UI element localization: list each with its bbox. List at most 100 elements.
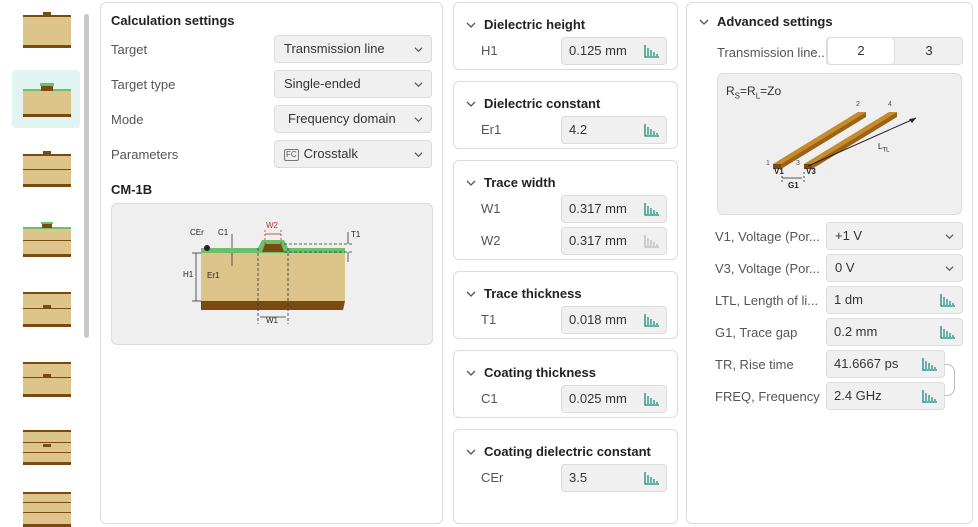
chevron-down-icon xyxy=(466,180,476,186)
cer-marker xyxy=(204,245,210,251)
section-title: Coating dielectric constant xyxy=(484,444,651,459)
section-dielectric-constant: Dielectric constant Er1 4.2 xyxy=(453,81,678,149)
w1-value: 0.317 mm xyxy=(569,201,627,216)
section-dielectric-constant-header[interactable]: Dielectric constant xyxy=(466,96,600,111)
advanced-settings-header[interactable]: Advanced settings xyxy=(699,14,833,29)
v3-voltage-label: V3, Voltage (Por... xyxy=(715,261,820,276)
section-coating-thickness: Coating thickness C1 0.025 mm xyxy=(453,350,678,418)
mode-value: Frequency domain xyxy=(288,111,396,126)
model-thumb-4[interactable] xyxy=(12,210,80,268)
c1-label: C1 xyxy=(481,391,498,406)
chevron-down-icon xyxy=(414,152,423,158)
w2-input[interactable]: 0.317 mm xyxy=(561,227,667,255)
sweep-chart-icon xyxy=(644,235,659,248)
chevron-down-icon xyxy=(945,234,954,240)
port-2-label: 2 xyxy=(856,101,860,108)
cer-label: CEr xyxy=(481,470,504,485)
transmission-lines-toggle: 2 3 xyxy=(826,37,963,65)
thumbnail-scrollbar[interactable] xyxy=(84,14,89,338)
parameters-value: Crosstalk xyxy=(303,146,358,161)
port-1-label: 1 xyxy=(766,160,770,167)
c1-value: 0.025 mm xyxy=(569,391,627,406)
c1-input[interactable]: 0.025 mm xyxy=(561,385,667,413)
v1-voltage-select[interactable]: +1 V xyxy=(826,222,963,250)
cer-value: 3.5 xyxy=(569,470,588,485)
ltl-length-input[interactable]: 1 dm xyxy=(826,286,963,314)
section-coating-dielectric-constant: Coating dielectric constant CEr 3.5 xyxy=(453,429,678,524)
g1-gap-input[interactable]: 0.2 mm xyxy=(826,318,963,346)
chevron-down-icon xyxy=(466,101,476,107)
g1-gap-value: 0.2 mm xyxy=(834,324,878,339)
h1-input[interactable]: 0.125 mm xyxy=(561,37,667,65)
w2-label: W2 xyxy=(481,233,501,248)
section-title: Dielectric height xyxy=(484,17,586,32)
v1-diagram-label: V1 xyxy=(774,167,784,176)
lines-option-3[interactable]: 3 xyxy=(895,38,963,64)
model-thumb-6[interactable] xyxy=(12,350,80,408)
section-title: Trace width xyxy=(484,175,556,190)
sweep-chart-icon[interactable] xyxy=(644,313,660,327)
fc-badge-icon: FC xyxy=(284,149,299,161)
t1-input[interactable]: 0.018 mm xyxy=(561,306,667,334)
section-title: Dielectric constant xyxy=(484,96,601,111)
transmission-lines-label: Transmission line... xyxy=(717,45,829,60)
tr-rise-time-label: TR, Rise time xyxy=(715,357,794,372)
diagram-label-cer: CEr xyxy=(190,228,204,237)
v3-voltage-value: 0 V xyxy=(835,260,855,275)
diagram-label-h1: H1 xyxy=(183,270,194,279)
section-coating-dielectric-constant-header[interactable]: Coating dielectric constant xyxy=(466,444,651,459)
sweep-chart-icon[interactable] xyxy=(922,357,938,371)
sweep-chart-icon[interactable] xyxy=(644,123,660,137)
sweep-chart-icon[interactable] xyxy=(940,325,956,339)
sweep-chart-icon[interactable] xyxy=(644,392,660,406)
v3-voltage-select[interactable]: 0 V xyxy=(826,254,963,282)
chevron-down-icon xyxy=(466,370,476,376)
section-coating-thickness-header[interactable]: Coating thickness xyxy=(466,365,596,380)
chevron-down-icon xyxy=(414,82,423,88)
er1-input[interactable]: 4.2 xyxy=(561,116,667,144)
freq-frequency-input[interactable]: 2.4 GHz xyxy=(826,382,945,410)
lines-option-2[interactable]: 2 xyxy=(827,37,895,65)
model-thumb-cm-1b[interactable] xyxy=(12,70,80,128)
model-thumb-5[interactable] xyxy=(12,280,80,338)
section-trace-width-header[interactable]: Trace width xyxy=(466,175,556,190)
model-thumb-7[interactable] xyxy=(12,418,80,476)
sweep-chart-icon[interactable] xyxy=(940,293,956,307)
chevron-down-icon xyxy=(466,291,476,297)
target-type-select[interactable]: Single-ended xyxy=(274,70,432,98)
h1-label: H1 xyxy=(481,43,498,58)
v1-voltage-label: V1, Voltage (Por... xyxy=(715,229,820,244)
w1-input[interactable]: 0.317 mm xyxy=(561,195,667,223)
tr-freq-link-bracket[interactable] xyxy=(945,364,955,396)
tr-rise-time-input[interactable]: 41.6667 ps xyxy=(826,350,945,378)
section-trace-thickness-header[interactable]: Trace thickness xyxy=(466,286,582,301)
ltl-length-value: 1 dm xyxy=(834,292,863,307)
ltl-diagram-label: LTL xyxy=(878,142,890,154)
sweep-chart-icon[interactable] xyxy=(644,202,660,216)
er1-label: Er1 xyxy=(481,122,502,137)
section-dielectric-height-header[interactable]: Dielectric height xyxy=(466,17,585,32)
model-thumb-8[interactable] xyxy=(12,480,80,527)
mode-select[interactable]: Frequency domain xyxy=(274,105,432,133)
g1-diagram-label: G1 xyxy=(788,181,799,190)
section-trace-width: Trace width W1 0.317 mm W2 0.317 mm xyxy=(453,160,678,260)
parameters-select[interactable]: FC Crosstalk xyxy=(274,140,432,168)
target-select[interactable]: Transmission line xyxy=(274,35,432,63)
target-type-label: Target type xyxy=(111,77,176,92)
model-thumb-3[interactable] xyxy=(12,140,80,198)
ltl-length-label: LTL, Length of li... xyxy=(715,293,819,308)
target-value: Transmission line xyxy=(284,41,385,56)
section-trace-thickness: Trace thickness T1 0.018 mm xyxy=(453,271,678,339)
v1-voltage-value: +1 V xyxy=(835,228,863,243)
diagram-label-t1: T1 xyxy=(351,230,361,239)
model-thumb-1[interactable] xyxy=(12,1,80,59)
sweep-chart-icon[interactable] xyxy=(644,44,660,58)
cer-input[interactable]: 3.5 xyxy=(561,464,667,492)
coupled-lines-svg xyxy=(773,112,917,182)
sweep-chart-icon[interactable] xyxy=(644,471,660,485)
sweep-chart-icon[interactable] xyxy=(922,389,938,403)
coupled-lines-diagram: RS=RL=Zo 1 2 3 4 V1 V3 G1 LTL xyxy=(717,73,962,215)
diagram-label-w2: W2 xyxy=(266,221,278,230)
chevron-down-icon xyxy=(699,19,709,25)
diagram-label-er1: Er1 xyxy=(207,271,220,280)
